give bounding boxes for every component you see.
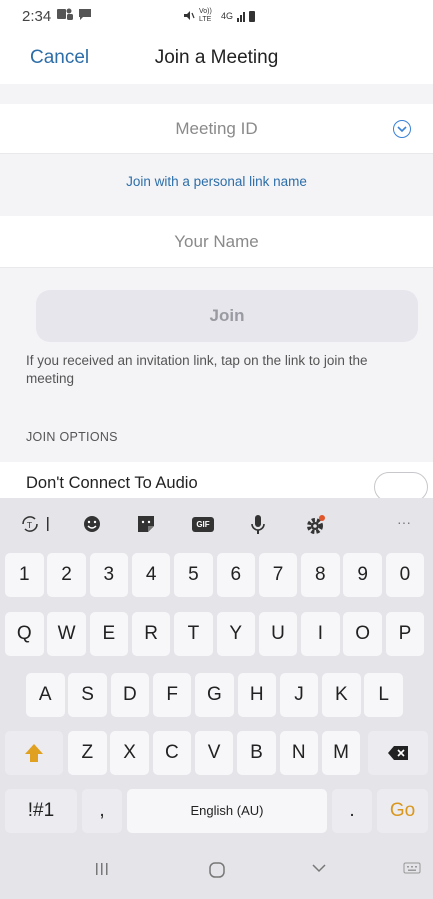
key-j[interactable]: J <box>279 673 319 717</box>
key-k[interactable]: K <box>322 673 361 717</box>
translate-icon[interactable]: T <box>20 514 54 539</box>
mute-icon <box>183 10 195 23</box>
key-4[interactable]: 4 <box>131 553 171 597</box>
audio-option-row: Don't Connect To Audio <box>0 462 433 502</box>
key-p[interactable]: P <box>385 612 425 656</box>
key-7[interactable]: 7 <box>258 553 298 597</box>
chat-icon <box>78 8 92 25</box>
key-i[interactable]: I <box>301 612 340 656</box>
settings-icon[interactable] <box>305 514 327 541</box>
header-spacer <box>0 84 433 104</box>
emoji-icon[interactable] <box>82 514 102 539</box>
signal-icon <box>237 11 246 22</box>
microphone-icon[interactable] <box>250 514 266 541</box>
personal-link-row: Join with a personal link name <box>0 154 433 216</box>
name-field[interactable]: Your Name <box>0 216 433 268</box>
key-l[interactable]: L <box>364 673 403 717</box>
key-d[interactable]: D <box>110 673 150 717</box>
key-w[interactable]: W <box>47 612 86 656</box>
status-indicators: Vo)) LTE 4G <box>183 8 256 24</box>
key-b[interactable]: B <box>237 731 276 775</box>
key-v[interactable]: V <box>194 731 234 775</box>
keyboard: T GIF ··· 1234567890QWERTYUIOPASDFGHJKLZ… <box>0 498 433 899</box>
audio-option-label: Don't Connect To Audio <box>26 474 198 492</box>
key-8[interactable]: 8 <box>301 553 340 597</box>
key-x[interactable]: X <box>110 731 149 775</box>
join-options-label: JOIN OPTIONS <box>26 430 118 444</box>
key-9[interactable]: 9 <box>343 553 382 597</box>
meeting-id-field[interactable]: Meeting ID <box>0 104 433 154</box>
gif-icon[interactable]: GIF <box>192 517 214 532</box>
key-y[interactable]: Y <box>216 612 255 656</box>
key-g[interactable]: G <box>195 673 234 717</box>
key-n[interactable]: N <box>279 731 318 775</box>
join-button[interactable]: Join <box>36 290 418 342</box>
key-0[interactable]: 0 <box>385 553 425 597</box>
hide-keyboard-icon[interactable] <box>311 861 327 878</box>
chevron-down-icon[interactable] <box>393 120 411 138</box>
key-h[interactable]: H <box>237 673 276 717</box>
system-nav-bar <box>0 843 433 899</box>
key-c[interactable]: C <box>152 731 192 775</box>
nav-bar: Join a Meeting Cancel <box>0 32 433 84</box>
backspace-key[interactable] <box>368 731 428 775</box>
key-f[interactable]: F <box>152 673 192 717</box>
battery-icon <box>249 10 256 22</box>
recent-apps-icon[interactable] <box>95 861 109 881</box>
sticker-icon[interactable] <box>136 514 156 539</box>
key-e[interactable]: E <box>89 612 129 656</box>
backspace-icon <box>388 746 408 760</box>
status-time: 2:34 <box>22 7 52 25</box>
network-label: 4G <box>221 11 234 21</box>
key-r[interactable]: R <box>131 612 171 656</box>
name-placeholder: Your Name <box>174 232 259 251</box>
comma-key[interactable]: , <box>82 789 122 833</box>
shift-key[interactable] <box>5 731 63 775</box>
symbols-key[interactable]: !#1 <box>5 789 77 833</box>
key-z[interactable]: Z <box>68 731 107 775</box>
keyboard-switch-icon[interactable] <box>403 861 421 878</box>
shift-arrow-icon <box>25 744 43 762</box>
key-q[interactable]: Q <box>5 612 44 656</box>
keyboard-toolbar: T GIF ··· <box>0 498 433 550</box>
svg-text:T: T <box>26 521 32 530</box>
key-3[interactable]: 3 <box>89 553 129 597</box>
space-key[interactable]: English (AU) <box>127 789 327 833</box>
key-a[interactable]: A <box>26 673 65 717</box>
key-m[interactable]: M <box>321 731 361 775</box>
meeting-id-placeholder: Meeting ID <box>175 119 258 138</box>
key-2[interactable]: 2 <box>47 553 86 597</box>
key-t[interactable]: T <box>174 612 213 656</box>
cancel-button[interactable]: Cancel <box>30 47 89 69</box>
key-o[interactable]: O <box>343 612 382 656</box>
teams-icon <box>57 7 74 25</box>
key-s[interactable]: S <box>68 673 107 717</box>
key-5[interactable]: 5 <box>174 553 213 597</box>
home-icon[interactable] <box>208 861 226 883</box>
period-key[interactable]: . <box>332 789 372 833</box>
go-key[interactable]: Go <box>377 789 428 833</box>
key-u[interactable]: U <box>258 612 298 656</box>
key-6[interactable]: 6 <box>216 553 255 597</box>
invite-hint: If you received an invitation link, tap … <box>26 353 368 386</box>
personal-link-button[interactable]: Join with a personal link name <box>126 174 307 189</box>
more-icon[interactable]: ··· <box>397 514 411 530</box>
key-1[interactable]: 1 <box>5 553 44 597</box>
volte-label: Vo)) LTE <box>199 8 212 23</box>
